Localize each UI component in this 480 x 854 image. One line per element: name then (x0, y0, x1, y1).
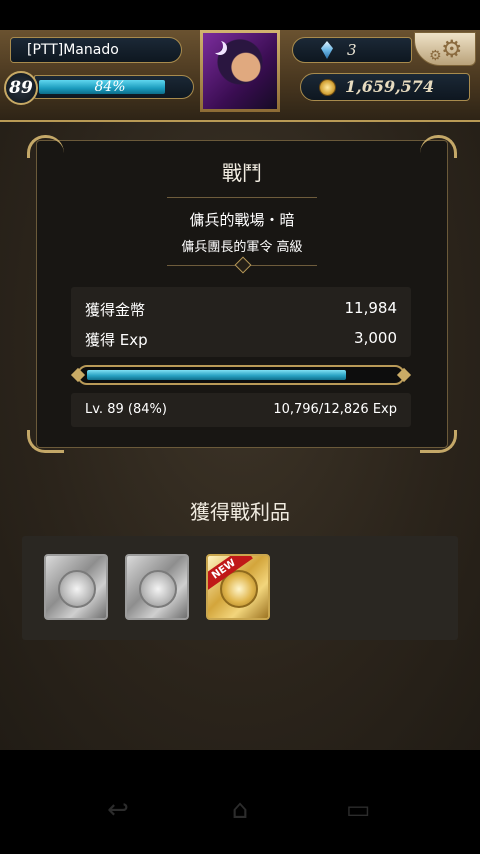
gem-count: 3 (347, 41, 357, 59)
avatar-portrait (203, 33, 277, 109)
loot-title: 獲得戰利品 (190, 500, 290, 524)
quest-name: 傭兵團長的軍令 高級 (181, 240, 303, 255)
player-level-badge: 89 (4, 71, 38, 105)
settings-button[interactable]: ⚙ ⚙ (414, 32, 476, 66)
moon-icon (209, 39, 223, 53)
loot-panel: NEW (22, 536, 458, 640)
blue-gem-icon (321, 41, 333, 59)
back-button[interactable]: ↩ (96, 792, 140, 828)
exp-progress-bar (70, 365, 412, 385)
recent-apps-icon: ▭ (345, 795, 371, 825)
loot-item-gold-coin[interactable]: NEW (206, 554, 270, 620)
divider-ornament (234, 256, 252, 274)
home-button[interactable]: ⌂ (218, 792, 262, 828)
recent-apps-button[interactable]: ▭ (336, 792, 380, 828)
status-bar (0, 0, 480, 30)
bar-ornament (70, 367, 86, 383)
silver-coin-icon (139, 570, 177, 608)
player-header: [PTT]Manado 84% 89 3 ⚙ ⚙ 1,659,574 (0, 30, 480, 122)
reward-row-coins: 獲得金幣 11,984 (85, 299, 397, 320)
exp-progress-fill (87, 370, 346, 380)
bar-ornament (396, 367, 412, 383)
gold-coin-icon (319, 79, 336, 96)
small-gear-icon: ⚙ (429, 48, 442, 64)
divider (167, 197, 317, 198)
exp-text: 10,796/12,826 Exp (273, 402, 397, 417)
player-name: [PTT]Manado (27, 42, 119, 58)
reward-value: 11,984 (344, 299, 398, 317)
battle-title: 戰鬥 (222, 161, 262, 185)
loot-item-silver-coin[interactable] (44, 554, 108, 620)
coin-count: 1,659,574 (345, 77, 435, 96)
reward-row-exp: 獲得 Exp 3,000 (85, 329, 397, 350)
silver-coin-icon (58, 570, 96, 608)
player-exp-bar: 84% (34, 75, 194, 99)
player-exp-percent: 84% (94, 79, 126, 95)
loot-item-silver-coin[interactable] (125, 554, 189, 620)
reward-label: 獲得 Exp (85, 331, 148, 349)
reward-value: 3,000 (354, 329, 397, 347)
battle-result-panel: 戰鬥 傭兵的戰場・暗 傭兵團長的軍令 高級 獲得金幣 11,984 獲得 Exp… (27, 135, 457, 453)
gem-counter[interactable]: 3 (292, 37, 412, 63)
back-icon: ↩ (107, 795, 129, 825)
system-nav-bar: ↩ ⌂ ▭ (0, 750, 480, 854)
stage-name: 傭兵的戰場・暗 (189, 211, 295, 229)
level-text: Lv. 89 (84%) (85, 402, 167, 417)
coin-counter[interactable]: 1,659,574 (300, 73, 470, 101)
gear-icon: ⚙ (441, 35, 463, 63)
home-icon: ⌂ (231, 795, 249, 825)
reward-summary: 獲得金幣 11,984 獲得 Exp 3,000 (71, 287, 411, 357)
avatar[interactable] (200, 30, 280, 112)
player-name-plate[interactable]: [PTT]Manado (10, 37, 182, 63)
level-summary: Lv. 89 (84%) 10,796/12,826 Exp (71, 393, 411, 427)
reward-label: 獲得金幣 (85, 301, 146, 319)
